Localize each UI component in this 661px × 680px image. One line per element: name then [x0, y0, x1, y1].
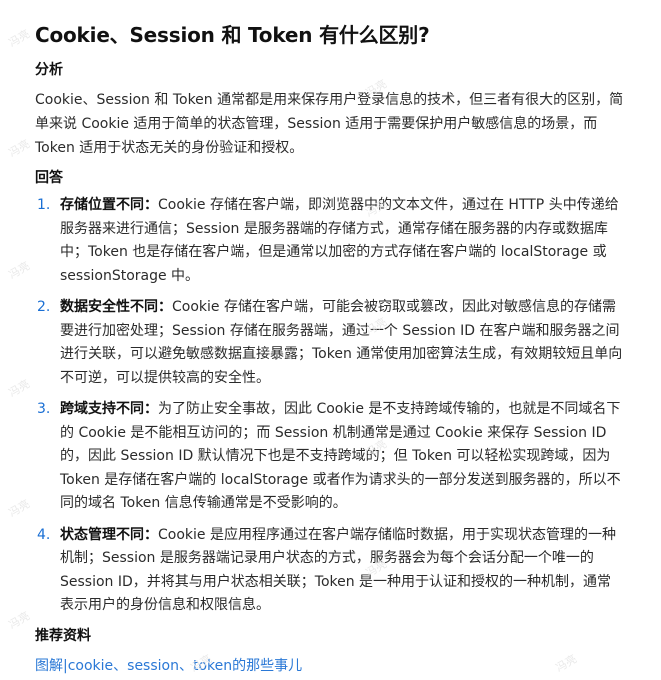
item-label: 数据安全性不同： [60, 299, 172, 315]
reference-link[interactable]: 图解|cookie、session、token的那些事儿 [35, 656, 625, 676]
watermark: 冯亮 [6, 609, 33, 632]
analysis-paragraph: Cookie、Session 和 Token 通常都是用来保存用户登录信息的技术… [35, 92, 624, 156]
list-number: 4. [37, 526, 51, 543]
article: Cookie、Session 和 Token 有什么区别? 分析 Cookie、… [35, 20, 625, 676]
references-heading: 推荐资料 [35, 627, 91, 644]
answer-item-data-security: 2. 数据安全性不同：Cookie 存储在客户端，可能会被窃取或篡改，因此对敏感… [35, 296, 625, 390]
list-number: 2. [37, 299, 51, 315]
analysis-heading: 分析 [35, 62, 63, 78]
watermark: 冯亮 [6, 497, 33, 520]
item-label: 存储位置不同： [60, 197, 158, 213]
list-number: 1. [37, 197, 51, 213]
watermark: 冯亮 [6, 259, 33, 282]
item-label: 状态管理不同： [60, 526, 158, 543]
answer-list: 1. 存储位置不同：Cookie 存储在客户端，即浏览器中的文本文件，通过在 H… [35, 194, 625, 618]
answer-item-state-management: 4. 状态管理不同：Cookie 是应用程序通过在客户端存储临时数据，用于实现状… [35, 524, 625, 618]
answer-item-storage-location: 1. 存储位置不同：Cookie 存储在客户端，即浏览器中的文本文件，通过在 H… [35, 194, 625, 288]
watermark: 冯亮 [6, 137, 33, 160]
list-number: 3. [37, 401, 51, 417]
page-title: Cookie、Session 和 Token 有什么区别? [35, 23, 430, 47]
watermark: 冯亮 [6, 377, 33, 400]
answer-heading: 回答 [35, 170, 63, 186]
item-label: 跨域支持不同： [60, 401, 158, 417]
item-text: 为了防止安全事故，因此 Cookie 是不支持跨域传输的，也就是不同域名下的 C… [60, 401, 621, 511]
watermark: 冯亮 [6, 27, 33, 50]
answer-item-cross-domain: 3. 跨域支持不同：为了防止安全事故，因此 Cookie 是不支持跨域传输的，也… [35, 398, 625, 516]
